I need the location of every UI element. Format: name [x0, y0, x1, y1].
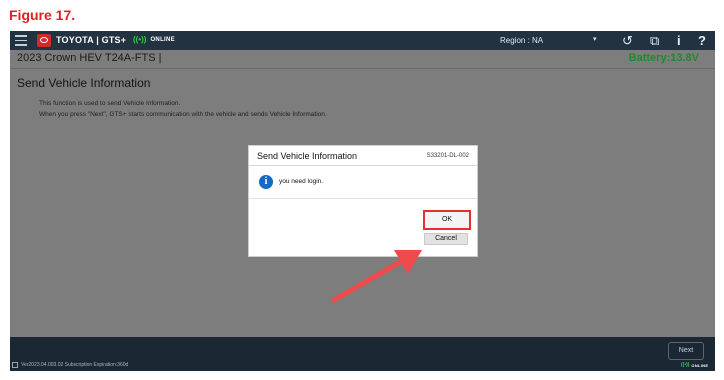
- brand-title: TOYOTA | GTS+: [56, 35, 127, 45]
- footer-bar: Next Ver2023.04.003.02 Subscription Expi…: [10, 337, 715, 371]
- top-bar: TOYOTA | GTS+ ((•)) ONLINE Region : NA ▾…: [10, 31, 715, 50]
- online-label: ONLINE: [150, 36, 175, 43]
- footer-status: Ver2023.04.003.02 Subscription Expiratio…: [12, 362, 128, 368]
- wifi-icon: ((•)): [681, 362, 690, 368]
- dialog-divider: [249, 198, 477, 199]
- chevron-down-icon[interactable]: ▾: [593, 35, 597, 43]
- dialog-message: you need login.: [279, 178, 324, 185]
- online-label: ONLINE: [691, 362, 709, 368]
- ok-button[interactable]: OK: [423, 210, 471, 230]
- cancel-button[interactable]: Cancel: [424, 233, 468, 245]
- app-window: TOYOTA | GTS+ ((•)) ONLINE Region : NA ▾…: [10, 31, 715, 371]
- info-icon[interactable]: i: [677, 32, 681, 49]
- dialog-header: Send Vehicle Information S33201-DL-002: [249, 146, 477, 166]
- vehicle-name: 2023 Crown HEV T24A-FTS |: [17, 52, 162, 64]
- page-title: Send Vehicle Information: [17, 76, 151, 90]
- menu-icon[interactable]: [15, 35, 27, 46]
- main-content: 2023 Crown HEV T24A-FTS | Battery:13.8V …: [10, 50, 715, 337]
- dialog-code: S33201-DL-002: [426, 153, 469, 159]
- login-dialog: Send Vehicle Information S33201-DL-002 i…: [248, 145, 478, 257]
- connection-status: ((•)) ONLINE: [133, 35, 175, 44]
- description-line: This function is used to send Vehicle In…: [39, 100, 181, 107]
- help-icon[interactable]: ?: [698, 32, 706, 49]
- history-icon[interactable]: ↺: [622, 32, 633, 49]
- battery-voltage: Battery:13.8V: [628, 52, 699, 64]
- wifi-icon: ((•)): [133, 35, 147, 44]
- toyota-logo-icon: [37, 34, 51, 47]
- next-button[interactable]: Next: [668, 342, 704, 360]
- description-line: When you press "Next", GTS+ starts commu…: [39, 111, 327, 118]
- external-link-icon[interactable]: ⧉: [650, 32, 659, 49]
- vehicle-bar: 2023 Crown HEV T24A-FTS | Battery:13.8V: [10, 50, 715, 69]
- version-info: Ver2023.04.003.02 Subscription Expiratio…: [21, 362, 129, 368]
- info-circle-icon: i: [259, 175, 273, 189]
- figure-caption: Figure 17.: [9, 7, 76, 23]
- red-arrow-icon: [331, 250, 422, 303]
- dialog-title: Send Vehicle Information: [257, 151, 358, 161]
- region-select[interactable]: Region : NA: [500, 36, 543, 45]
- checkbox-icon: [12, 362, 18, 368]
- footer-connection-status: ((•)) ONLINE: [681, 362, 708, 368]
